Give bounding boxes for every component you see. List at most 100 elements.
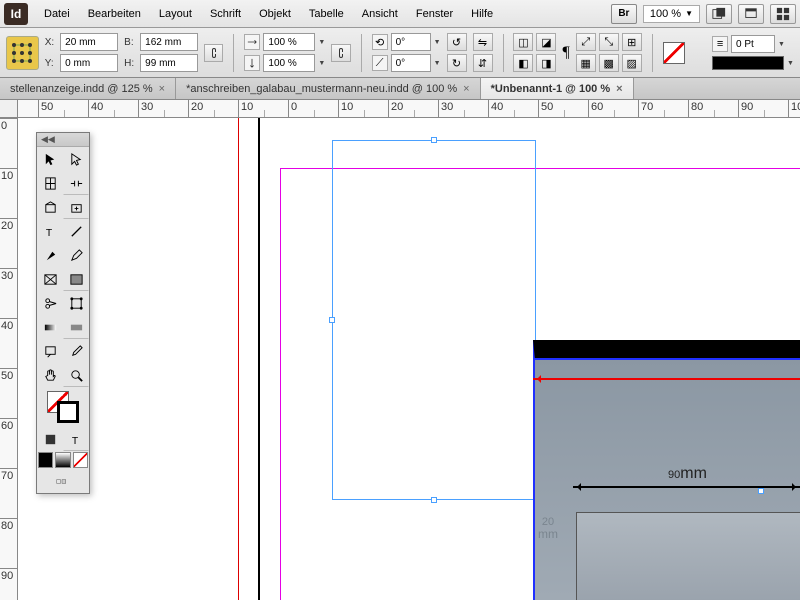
dropdown-arrow-icon[interactable]: ▼: [318, 60, 325, 67]
rotate-ccw-button[interactable]: ↺: [447, 33, 467, 51]
pen-tool[interactable]: [37, 243, 63, 267]
hand-tool[interactable]: [37, 363, 63, 387]
document-canvas[interactable]: 90mm 20mm: [18, 118, 800, 600]
close-icon[interactable]: ×: [616, 83, 622, 95]
document-tab[interactable]: *anschreiben_galabau_mustermann-neu.indd…: [176, 78, 481, 99]
zoom-level-dropdown[interactable]: 100 % ▼: [643, 5, 700, 23]
gap-tool[interactable]: [63, 171, 89, 195]
scale-x-input[interactable]: [263, 33, 315, 51]
note-tool[interactable]: [37, 339, 63, 363]
apply-gradient-button[interactable]: [55, 452, 70, 468]
close-icon[interactable]: ×: [159, 83, 165, 95]
resize-handle[interactable]: [431, 137, 437, 143]
menu-object[interactable]: Objekt: [251, 4, 299, 24]
panel-header[interactable]: ◀◀: [37, 133, 89, 147]
select-next-button[interactable]: ◨: [536, 54, 556, 72]
stroke-color-icon[interactable]: [57, 401, 79, 423]
menu-view[interactable]: Ansicht: [354, 4, 406, 24]
rectangle-frame-tool[interactable]: [37, 267, 63, 291]
tools-panel: ◀◀ T T: [36, 132, 90, 494]
direct-selection-tool[interactable]: [63, 147, 89, 171]
tab-label: *anschreiben_galabau_mustermann-neu.indd…: [186, 83, 457, 95]
page-tool[interactable]: [37, 171, 63, 195]
arrange-documents-button[interactable]: [770, 4, 796, 24]
pencil-tool[interactable]: [63, 243, 89, 267]
flip-vertical-button[interactable]: ⇵: [473, 54, 493, 72]
fit-content-button[interactable]: ⤡: [599, 33, 619, 51]
shear-input[interactable]: [391, 54, 431, 72]
stroke-style-dropdown[interactable]: [712, 56, 784, 70]
content-collector-tool[interactable]: [37, 195, 63, 219]
reference-point-proxy[interactable]: [6, 36, 39, 70]
document-tabs: stellenanzeige.indd @ 125 % × *anschreib…: [0, 78, 800, 100]
fill-frame-button[interactable]: ▦: [576, 54, 596, 72]
fill-stroke-proxy[interactable]: [37, 387, 89, 427]
dropdown-arrow-icon[interactable]: ▼: [778, 41, 785, 48]
dropdown-arrow-icon[interactable]: ▼: [434, 60, 441, 67]
close-icon[interactable]: ×: [463, 83, 469, 95]
menu-table[interactable]: Tabelle: [301, 4, 352, 24]
fit-frame-button[interactable]: ⤢: [576, 33, 596, 51]
selection-tool[interactable]: [37, 147, 63, 171]
height-input[interactable]: [140, 54, 198, 72]
y-label: Y:: [45, 58, 54, 69]
screen-mode-button[interactable]: [738, 4, 764, 24]
auto-fit-button[interactable]: ▨: [622, 54, 642, 72]
constrain-scale-button[interactable]: [331, 44, 350, 62]
dropdown-arrow-icon[interactable]: ▼: [787, 60, 794, 67]
stroke-weight-icon: ≡: [712, 36, 728, 52]
dropdown-arrow-icon[interactable]: ▼: [318, 39, 325, 46]
horizontal-ruler[interactable]: 60 50 40 30 20 10 0 10 20 30 40 50 60 70…: [18, 100, 800, 118]
rectangle-tool[interactable]: [63, 267, 89, 291]
zoom-tool[interactable]: [63, 363, 89, 387]
inner-frame[interactable]: [576, 512, 800, 600]
flip-horizontal-button[interactable]: ⇋: [473, 33, 493, 51]
apply-color-button[interactable]: [38, 452, 53, 468]
scissors-tool[interactable]: [37, 291, 63, 315]
menu-file[interactable]: Datei: [36, 4, 78, 24]
rotation-input[interactable]: [391, 33, 431, 51]
formatting-container-button[interactable]: [37, 427, 63, 451]
fit-proportionally-button[interactable]: ▩: [599, 54, 619, 72]
select-content-button[interactable]: ◪: [536, 33, 556, 51]
type-tool[interactable]: T: [37, 219, 63, 243]
center-content-button[interactable]: ⊞: [622, 33, 642, 51]
selection-handle[interactable]: [758, 488, 764, 494]
ruler-origin[interactable]: [0, 100, 18, 118]
paragraph-style-icon: ¶: [562, 44, 569, 62]
eyedropper-tool[interactable]: [63, 339, 89, 363]
bridge-button[interactable]: Br: [611, 4, 637, 24]
menu-edit[interactable]: Bearbeiten: [80, 4, 149, 24]
select-container-button[interactable]: ◫: [513, 33, 533, 51]
dropdown-arrow-icon[interactable]: ▼: [434, 39, 441, 46]
document-tab[interactable]: stellenanzeige.indd @ 125 % ×: [0, 78, 176, 99]
menu-window[interactable]: Fenster: [408, 4, 461, 24]
x-input[interactable]: [60, 33, 118, 51]
line-tool[interactable]: [63, 219, 89, 243]
apply-none-button[interactable]: [73, 452, 88, 468]
vertical-ruler[interactable]: 0 10 20 30 40 50 60 70 80 90 100: [0, 118, 18, 600]
select-previous-button[interactable]: ◧: [513, 54, 533, 72]
gradient-swatch-tool[interactable]: [37, 315, 63, 339]
menu-layout[interactable]: Layout: [151, 4, 200, 24]
view-options-button[interactable]: [706, 4, 732, 24]
document-tab-active[interactable]: *Unbenannt-1 @ 100 % ×: [481, 78, 634, 99]
gradient-feather-tool[interactable]: [63, 315, 89, 339]
rotate-cw-button[interactable]: ↻: [447, 54, 467, 72]
resize-handle[interactable]: [329, 317, 335, 323]
resize-handle[interactable]: [431, 497, 437, 503]
scale-y-input[interactable]: [263, 54, 315, 72]
view-mode-buttons[interactable]: [37, 469, 89, 493]
menu-type[interactable]: Schrift: [202, 4, 249, 24]
stroke-weight-input[interactable]: [731, 35, 775, 53]
fill-swatch[interactable]: [663, 42, 685, 64]
free-transform-tool[interactable]: [63, 291, 89, 315]
selected-frame[interactable]: [332, 140, 536, 500]
formatting-text-button[interactable]: T: [63, 427, 89, 451]
content-placer-tool[interactable]: [63, 195, 89, 219]
menu-help[interactable]: Hilfe: [463, 4, 501, 24]
constrain-wh-button[interactable]: [204, 44, 223, 62]
page-edge: [258, 118, 260, 600]
y-input[interactable]: [60, 54, 118, 72]
width-input[interactable]: [140, 33, 198, 51]
